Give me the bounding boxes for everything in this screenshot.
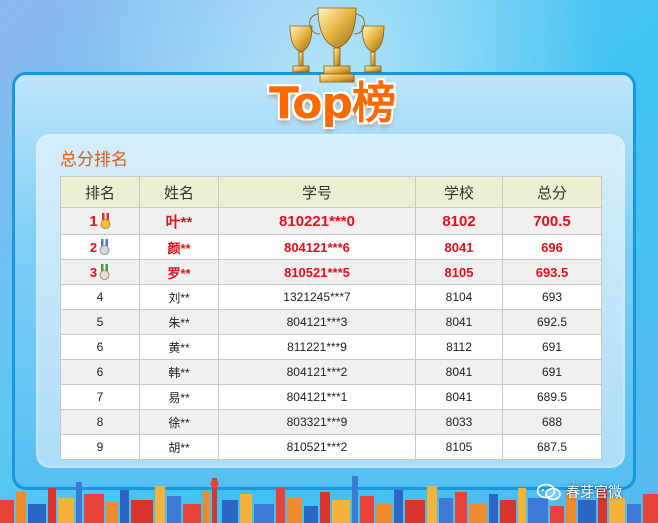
school-cell: 8104 [415,284,503,310]
wechat-icon [536,483,561,501]
table-row: 1 叶** 810221***0 8102 700.5 [60,207,602,235]
score-cell: 700.5 [502,207,602,235]
student-id-cell: 804121***2 [218,359,416,385]
header-school: 学校 [415,176,503,208]
name-cell: 叶** [139,207,219,235]
school-cell: 8041 [415,359,503,385]
header-rank: 排名 [60,176,140,208]
ranking-table: 排名 姓名 学号 学校 总分 1 叶** 810221***0 8102 700… [60,176,602,460]
rank-cell: 9 [60,434,140,460]
score-cell: 691 [502,359,602,385]
rank-cell: 4 [60,284,140,310]
table-row: 9 胡** 810521***2 8105 687.5 [60,434,602,460]
table-row: 6 黄** 811221***9 8112 691 [60,334,602,360]
school-cell: 8102 [415,207,503,235]
bronze-medal-icon [99,264,110,280]
student-id-cell: 811221***9 [218,334,416,360]
watermark-text: 春芽官微 [566,485,622,501]
school-cell: 8105 [415,434,503,460]
rank-value: 2 [89,240,98,255]
school-cell: 8112 [415,334,503,360]
name-cell: 刘** [139,284,219,310]
school-cell: 8041 [415,384,503,410]
top-banner-title: Top榜 [269,78,396,129]
student-id-cell: 810521***5 [218,259,416,285]
name-cell: 胡** [139,434,219,460]
score-cell: 696 [502,234,602,260]
rank-cell: 1 [60,207,140,235]
header-student-id: 学号 [218,176,416,208]
table-row: 2 颜** 804121***6 8041 696 [60,234,602,260]
school-cell: 8105 [415,259,503,285]
watermark: 春芽官微 [536,478,622,508]
name-cell: 朱** [139,309,219,335]
score-cell: 691 [502,334,602,360]
score-cell: 692.5 [502,309,602,335]
silver-medal-icon [99,239,110,255]
name-cell: 颜** [139,234,219,260]
school-cell: 8041 [415,309,503,335]
table-row: 4 刘** 1321245***7 8104 693 [60,284,602,310]
score-cell: 687.5 [502,434,602,460]
student-id-cell: 810521***2 [218,434,416,460]
student-id-cell: 804121***6 [218,234,416,260]
table-row: 5 朱** 804121***3 8041 692.5 [60,309,602,335]
score-cell: 693 [502,284,602,310]
name-cell: 徐** [139,409,219,435]
table-row: 6 韩** 804121***2 8041 691 [60,359,602,385]
name-cell: 黄** [139,334,219,360]
score-cell: 688 [502,409,602,435]
score-cell: 693.5 [502,259,602,285]
student-id-cell: 804121***3 [218,309,416,335]
name-cell: 易** [139,384,219,410]
gold-medal-icon [100,212,111,229]
student-id-cell: 804121***1 [218,384,416,410]
rank-cell: 3 [60,259,140,285]
rank-value: 1 [89,212,98,230]
rank-cell: 8 [60,409,140,435]
score-cell: 689.5 [502,384,602,410]
rank-cell: 5 [60,309,140,335]
table-row: 7 易** 804121***1 8041 689.5 [60,384,602,410]
rank-value: 3 [89,265,98,280]
student-id-cell: 1321245***7 [218,284,416,310]
rank-cell: 7 [60,384,140,410]
table-header-row: 排名 姓名 学号 学校 总分 [60,176,602,208]
rank-cell: 2 [60,234,140,260]
header-name: 姓名 [139,176,219,208]
student-id-cell: 810221***0 [218,207,416,235]
table-row: 8 徐** 803321***9 8033 688 [60,409,602,435]
table-row: 3 罗** 810521***5 8105 693.5 [60,259,602,285]
header-total-score: 总分 [502,176,602,208]
school-cell: 8033 [415,409,503,435]
school-cell: 8041 [415,234,503,260]
name-cell: 罗** [139,259,219,285]
rank-cell: 6 [60,334,140,360]
name-cell: 韩** [139,359,219,385]
section-title: 总分排名 [60,150,128,170]
rank-cell: 6 [60,359,140,385]
student-id-cell: 803321***9 [218,409,416,435]
